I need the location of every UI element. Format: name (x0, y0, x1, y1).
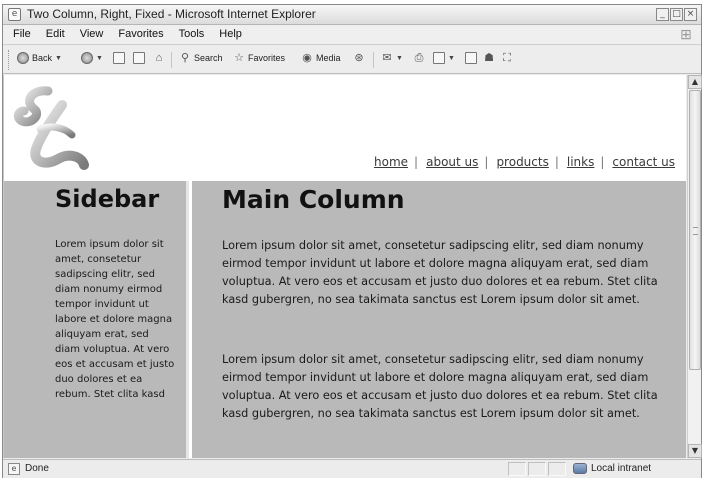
back-arrow-icon (17, 52, 29, 64)
messenger-button[interactable]: ☗ (483, 52, 495, 64)
close-icon[interactable]: × (684, 8, 697, 21)
security-zone[interactable]: Local intranet (573, 463, 651, 474)
main-paragraph: Lorem ipsum dolor sit amet, consetetur s… (222, 353, 658, 420)
scroll-up-arrow-icon[interactable]: ▲ (688, 75, 702, 89)
page-icon: e (8, 8, 21, 21)
mail-button[interactable]: ✉ ▼ (381, 52, 403, 64)
toolbar-separator (373, 52, 374, 68)
print-button[interactable]: ⎙ (413, 52, 425, 64)
media-label: Media (316, 53, 341, 63)
refresh-button[interactable] (133, 52, 145, 64)
print-icon: ⎙ (414, 52, 424, 64)
status-text: Done (25, 463, 49, 474)
mail-icon: ✉ (382, 52, 392, 64)
sidebar: Sidebar Lorem ipsum dolor sit amet, cons… (4, 181, 189, 458)
zone-label: Local intranet (591, 463, 652, 474)
search-label: Search (194, 53, 223, 63)
history-button[interactable]: ⊛ (353, 52, 365, 64)
vertical-scrollbar[interactable]: ▲ ▼ (687, 75, 702, 458)
menu-tools[interactable]: Tools (179, 28, 205, 40)
media-button[interactable]: ◉ Media (301, 52, 341, 64)
maximize-icon[interactable]: □ (670, 8, 683, 21)
status-bar: e Done Local intranet (3, 459, 701, 478)
search-icon: ⚲ (180, 52, 190, 64)
intranet-icon (573, 463, 587, 474)
menu-favorites[interactable]: Favorites (118, 28, 163, 40)
nav-separator: | (484, 155, 489, 169)
menu-view[interactable]: View (80, 28, 104, 40)
status-pane (528, 462, 546, 476)
forward-button[interactable]: ▼ (81, 52, 103, 64)
edit-button[interactable]: ▼ (433, 52, 455, 64)
nav-link-about-us[interactable]: about us (426, 155, 478, 169)
top-navigation: home | about us | products | links | con… (374, 155, 675, 169)
scroll-down-arrow-icon[interactable]: ▼ (688, 444, 702, 458)
site-logo (13, 86, 89, 170)
messenger-icon: ☗ (484, 52, 494, 64)
scrollbar-thumb[interactable] (689, 90, 701, 370)
search-button[interactable]: ⚲ Search (179, 52, 223, 64)
windows-logo-icon: ⊞ (680, 26, 692, 42)
back-button[interactable]: Back ▼ (17, 52, 62, 64)
menu-bar: File Edit View Favorites Tools Help ⊞ (3, 25, 701, 45)
menu-edit[interactable]: Edit (46, 28, 65, 40)
page-header: home | about us | products | links | con… (4, 75, 686, 181)
status-panes (508, 462, 566, 476)
menu-file[interactable]: File (13, 28, 31, 40)
nav-link-contact-us[interactable]: contact us (612, 155, 675, 169)
sidebar-heading: Sidebar (55, 185, 160, 213)
menu-help[interactable]: Help (219, 28, 242, 40)
nav-link-products[interactable]: products (496, 155, 548, 169)
nav-link-links[interactable]: links (567, 155, 594, 169)
page-viewport: home | about us | products | links | con… (3, 75, 686, 458)
toolbar: Back ▼ ▼ ⌂ ⚲ Search ☆ Favorites ◉ Media (3, 46, 701, 74)
research-button[interactable]: ⛶ (501, 52, 513, 64)
nav-separator: | (600, 155, 605, 169)
back-label: Back (32, 53, 53, 63)
minimize-icon[interactable]: _ (656, 8, 669, 21)
home-button[interactable]: ⌂ (153, 52, 165, 64)
toolbar-grip[interactable] (8, 50, 10, 70)
toolbar-separator (171, 52, 172, 68)
discuss-icon (465, 52, 477, 64)
main-paragraph: Lorem ipsum dolor sit amet, consetetur s… (222, 239, 658, 306)
back-dropdown-icon[interactable]: ▼ (55, 55, 62, 62)
window-controls: _ □ × (656, 8, 697, 21)
favorites-label: Favorites (248, 53, 286, 63)
forward-dropdown-icon[interactable]: ▼ (96, 55, 103, 62)
title-bar: e Two Column, Right, Fixed - Microsoft I… (3, 5, 701, 25)
favorites-button[interactable]: ☆ Favorites (233, 52, 285, 64)
stop-icon (113, 52, 125, 64)
main-heading: Main Column (222, 185, 405, 214)
stop-button[interactable] (113, 52, 125, 64)
favorites-star-icon: ☆ (234, 52, 244, 64)
status-pane (548, 462, 566, 476)
page-done-icon: e (8, 463, 20, 475)
home-icon: ⌂ (155, 52, 163, 64)
browser-window: e Two Column, Right, Fixed - Microsoft I… (2, 4, 702, 478)
edit-dropdown-icon[interactable]: ▼ (448, 55, 455, 62)
discuss-button[interactable] (465, 52, 477, 64)
edit-icon (433, 52, 445, 64)
nav-separator: | (554, 155, 559, 169)
status-pane (508, 462, 526, 476)
nav-separator: | (414, 155, 419, 169)
sidebar-text: Lorem ipsum dolor sit amet, consetetur s… (55, 239, 175, 400)
nav-link-home[interactable]: home (374, 155, 408, 169)
history-icon: ⊛ (354, 52, 364, 64)
window-title: Two Column, Right, Fixed - Microsoft Int… (27, 7, 316, 21)
research-icon: ⛶ (503, 52, 511, 64)
forward-arrow-icon (81, 52, 93, 64)
main-column: Main Column Lorem ipsum dolor sit amet, … (192, 181, 686, 458)
mail-dropdown-icon[interactable]: ▼ (396, 55, 403, 62)
refresh-icon (133, 52, 145, 64)
media-icon: ◉ (302, 52, 312, 64)
